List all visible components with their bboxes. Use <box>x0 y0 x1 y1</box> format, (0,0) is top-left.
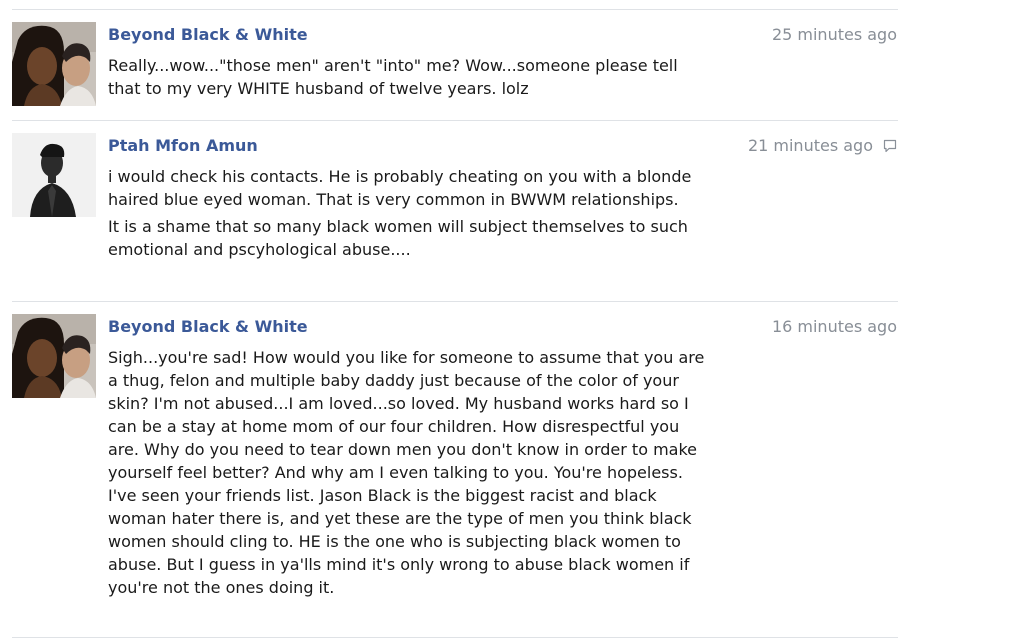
comment-body: i would check his contacts. He is probab… <box>108 165 708 265</box>
divider <box>12 637 898 638</box>
comment-timestamp: 25 minutes ago <box>771 25 897 44</box>
couple-photo-icon <box>12 314 96 398</box>
comment-body: Sigh...you're sad! How would you like fo… <box>108 346 708 603</box>
comment-timestamp: 21 minutes ago <box>747 136 873 155</box>
comment-paragraph: It is a shame that so many black women w… <box>108 217 688 259</box>
divider <box>12 120 898 121</box>
avatar[interactable] <box>12 314 96 398</box>
profile-photo-icon <box>12 133 96 217</box>
comment-thread: Beyond Black & White 25 minutes ago Real… <box>0 0 1024 641</box>
comment-author[interactable]: Beyond Black & White <box>108 317 308 337</box>
comment-timestamp: 16 minutes ago <box>771 317 897 336</box>
comment-author[interactable]: Ptah Mfon Amun <box>108 136 258 156</box>
avatar[interactable] <box>12 22 96 106</box>
comment-bubble-icon[interactable] <box>883 139 897 153</box>
divider <box>12 301 898 302</box>
comment-paragraph: i would check his contacts. He is probab… <box>108 167 692 209</box>
comment-author[interactable]: Beyond Black & White <box>108 25 308 45</box>
comment-paragraph: Sigh...you're sad! How would you like fo… <box>108 348 705 597</box>
comment-body: Really...wow..."those men" aren't "into"… <box>108 54 708 104</box>
divider <box>12 9 898 10</box>
avatar[interactable] <box>12 133 96 217</box>
comment-paragraph: Really...wow..."those men" aren't "into"… <box>108 56 678 98</box>
couple-photo-icon <box>12 22 96 106</box>
